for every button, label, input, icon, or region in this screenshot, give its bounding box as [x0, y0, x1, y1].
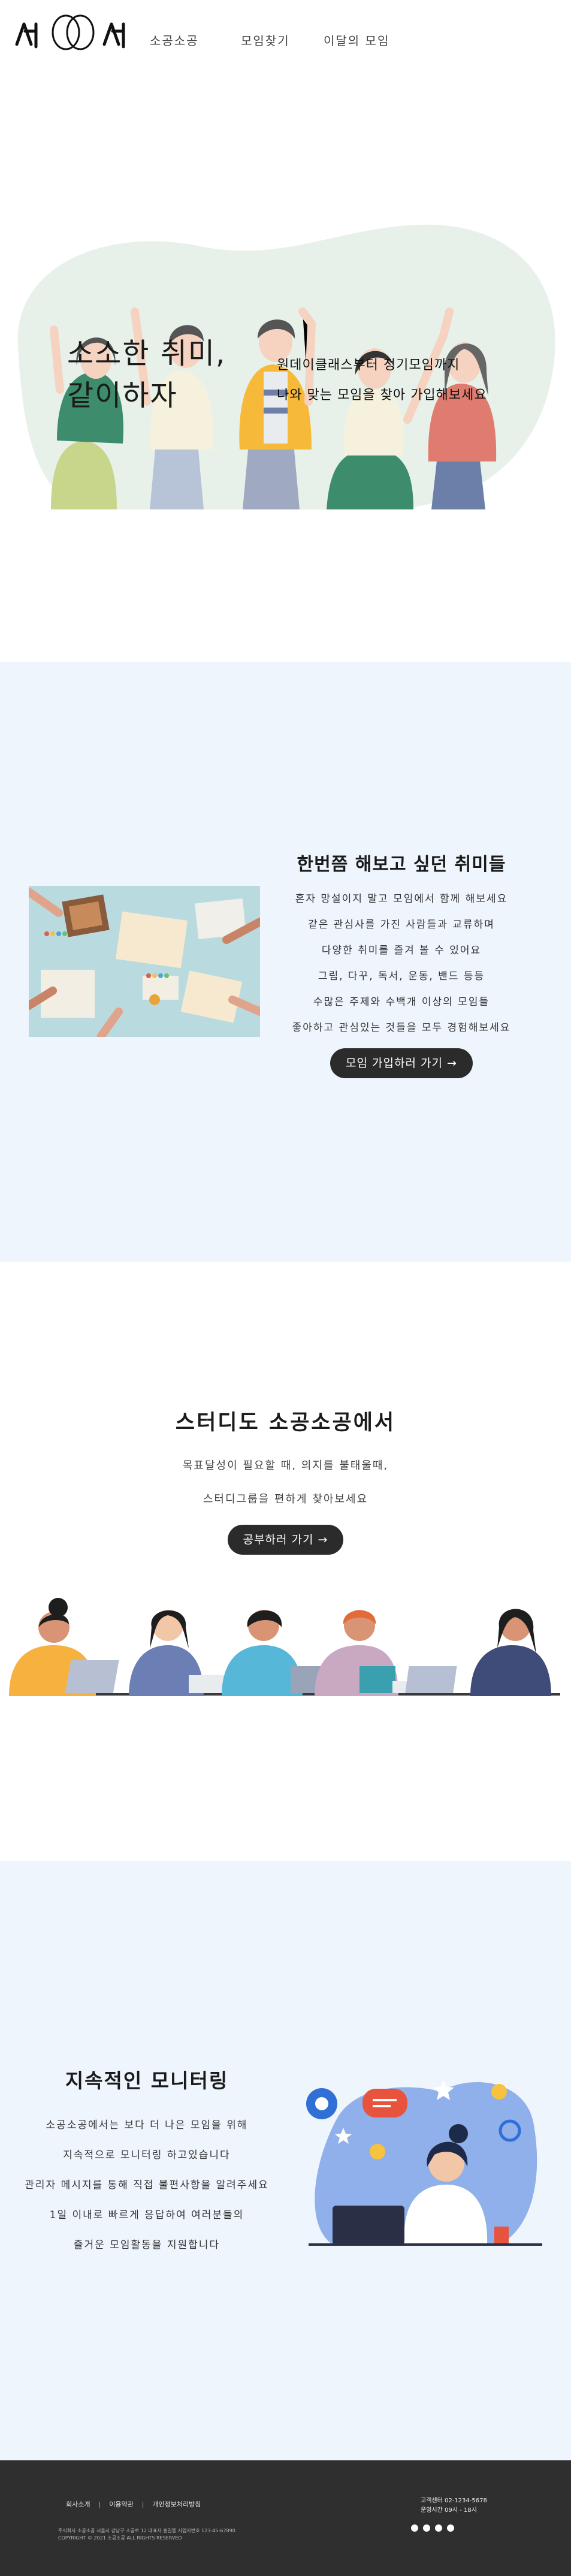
hero-title-line2: 같이하자 — [67, 379, 178, 412]
logo[interactable] — [13, 13, 133, 55]
monitoring-section: 지속적인 모니터링 소공소공에서는 보다 더 나은 모임을 위해 지속적으로 모… — [0, 1861, 571, 2460]
nav-item-sogong[interactable]: 소공소공 — [150, 31, 241, 49]
monitoring-illustration — [306, 2080, 542, 2246]
footer-link-privacy[interactable]: 개인정보처리방침 — [152, 2499, 201, 2509]
hero-subtitle: 원데이클래스부터 정기모임까지 나와 맞는 모임을 찾아 가입해보세요 — [277, 351, 487, 411]
footer-divider: | — [141, 2500, 144, 2508]
footer-hours: 운영시간 09시 - 18시 — [421, 2507, 477, 2514]
hobby-illustration — [29, 886, 260, 1037]
main-nav: 소공소공 모임찾기 이달의 모임 — [150, 31, 389, 49]
monitoring-line: 1일 이내로 빠르게 응답하여 여러분들의 — [49, 2209, 244, 2221]
footer-info-line1: 주식회사 소공소공 서울시 강남구 소공로 12 대표자 홍길동 사업자번호 1… — [58, 2528, 235, 2533]
hero-section: 소소한 취미, 같이하자 원데이클래스부터 정기모임까지 나와 맞는 모임을 찾… — [0, 192, 571, 527]
monitoring-line: 관리자 메시지를 통해 직접 불편사항을 알려주세요 — [25, 2179, 269, 2191]
footer-link-terms[interactable]: 이용약관 — [109, 2499, 133, 2509]
hobby-line: 혼자 망설이지 말고 모임에서 함께 해보세요 — [295, 893, 508, 905]
youtube-icon[interactable] — [447, 2524, 454, 2532]
hobby-line: 좋아하고 관심있는 것들을 모두 경험해보세요 — [292, 1022, 511, 1034]
monitoring-text: 지속적인 모니터링 소공소공에서는 보다 더 나은 모임을 위해 지속적으로 모… — [18, 2065, 276, 2260]
gear-icon — [306, 2088, 337, 2119]
monitoring-title: 지속적인 모니터링 — [65, 2069, 229, 2092]
twitter-icon[interactable] — [435, 2524, 442, 2532]
nav-item-monthly-meeting[interactable]: 이달의 모임 — [324, 31, 389, 49]
join-meeting-button[interactable]: 모임 가입하러 가기 → — [330, 1048, 473, 1078]
monitoring-line: 지속적으로 모니터링 하고있습니다 — [63, 2149, 231, 2161]
page: 소공소공 모임찾기 이달의 모임 소소한 취미, 같이하자 원데이클래스부터 정… — [0, 0, 571, 2576]
hobby-section: 한번쯤 해보고 싶던 취미들 혼자 망설이지 말고 모임에서 함께 해보세요 같… — [0, 662, 571, 1262]
study-line: 스터디그룹을 편하게 찾아보세요 — [203, 1493, 368, 1506]
nav-item-find-meeting[interactable]: 모임찾기 — [241, 31, 324, 49]
hobby-line: 수많은 주제와 수백개 이상의 모임들 — [313, 996, 490, 1008]
hobby-line: 그림, 다꾸, 독서, 운동, 밴드 등등 — [318, 970, 485, 982]
go-study-button[interactable]: 공부하러 가기 → — [227, 1525, 344, 1555]
hero-subtitle-line2: 나와 맞는 모임을 찾아 가입해보세요 — [277, 388, 487, 403]
instagram-icon[interactable] — [423, 2524, 430, 2532]
footer-social — [411, 2524, 454, 2532]
study-illustration — [9, 1598, 560, 1696]
hobby-line: 같은 관심사를 가진 사람들과 교류하며 — [308, 919, 495, 931]
header: 소공소공 모임찾기 이달의 모임 — [0, 0, 571, 72]
study-text: 스터디도 소공소공에서 목표달성이 필요할 때, 의지를 불태울때, 스터디그룹… — [0, 1405, 571, 1555]
hobby-line: 다양한 취미를 즐겨 볼 수 있어요 — [321, 945, 482, 957]
footer-links: 회사소개 | 이용약관 | 개인정보처리방침 — [66, 2499, 201, 2509]
study-section: 스터디도 소공소공에서 목표달성이 필요할 때, 의지를 불태울때, 스터디그룹… — [0, 1262, 571, 1861]
facebook-icon[interactable] — [411, 2524, 418, 2532]
hobby-title: 한번쯤 해보고 싶던 취미들 — [297, 854, 506, 875]
chat-bubble-icon — [362, 2089, 407, 2117]
mug-icon — [494, 2227, 509, 2245]
hero-subtitle-line1: 원데이클래스부터 정기모임까지 — [277, 358, 460, 373]
monitoring-line: 소공소공에서는 보다 더 나은 모임을 위해 — [46, 2119, 248, 2131]
footer-divider: | — [98, 2500, 101, 2508]
footer-contact: 고객센터 02-1234-5678 운영시간 09시 - 18시 — [421, 2496, 487, 2515]
footer-company-info: 주식회사 소공소공 서울시 강남구 소공로 12 대표자 홍길동 사업자번호 1… — [58, 2527, 235, 2542]
footer-link-about[interactable]: 회사소개 — [66, 2499, 90, 2509]
footer-copyright: COPYRIGHT © 2021 소공소공 ALL RIGHTS RESERVE… — [58, 2535, 182, 2541]
footer-phone: 고객센터 02-1234-5678 — [421, 2497, 487, 2504]
smile-icon-2 — [370, 2144, 385, 2159]
study-title: 스터디도 소공소공에서 — [175, 1411, 396, 1435]
smile-icon — [491, 2084, 507, 2100]
study-line: 목표달성이 필요할 때, 의지를 불태울때, — [182, 1459, 389, 1472]
footer: 회사소개 | 이용약관 | 개인정보처리방침 주식회사 소공소공 서울시 강남구… — [0, 2460, 571, 2576]
hero-title: 소소한 취미, 같이하자 — [67, 333, 226, 417]
monitoring-line: 즐거운 모임활동을 지원합니다 — [73, 2239, 220, 2251]
hobby-text: 한번쯤 해보고 싶던 취미들 혼자 망설이지 말고 모임에서 함께 해보세요 같… — [276, 849, 527, 1078]
laptop-icon — [333, 2206, 404, 2245]
hero-title-line1: 소소한 취미, — [67, 337, 226, 370]
